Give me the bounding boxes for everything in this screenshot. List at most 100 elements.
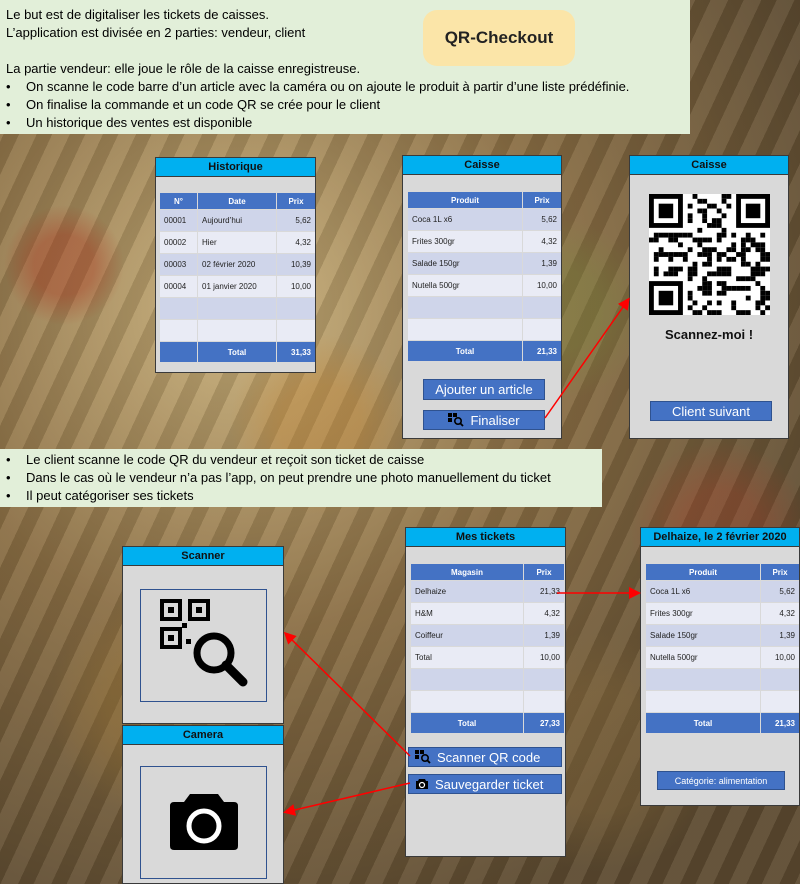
total-row: Total 31,33 <box>160 342 315 362</box>
cell-product: Coca 1L x6 <box>646 581 760 602</box>
scanner-title: Scanner <box>123 547 283 566</box>
empty-row <box>160 298 315 319</box>
column-header: Produit <box>408 192 522 208</box>
cell-price: 21,33 <box>524 581 564 602</box>
column-header: Magasin <box>411 564 523 580</box>
camera-screen: Camera <box>122 725 284 884</box>
table-row[interactable]: 00001 Aujourd’hui 5,62 <box>160 210 315 231</box>
column-header: Prix <box>277 193 315 209</box>
table-row[interactable]: Nutella 500gr 10,00 <box>646 647 799 668</box>
cell-price: 1,39 <box>524 625 564 646</box>
scanner-screen: Scanner <box>122 546 284 724</box>
table-row[interactable]: Delhaize 21,33 <box>411 581 564 602</box>
cell-price: 10,00 <box>761 647 799 668</box>
table-row[interactable]: Coca 1L x6 5,62 <box>408 209 561 230</box>
caisse-table: Produit Prix Coca 1L x6 5,62 Frites 300gr… <box>407 191 562 362</box>
table-row[interactable]: Nutella 500gr 10,00 <box>408 275 561 296</box>
vendor-bullets: On scanne le code barre d’un article ave… <box>6 78 684 132</box>
finalize-button[interactable]: Finaliser <box>423 410 545 430</box>
total-value: 31,33 <box>277 342 315 362</box>
cell-price: 4,32 <box>524 603 564 624</box>
camera-viewport[interactable] <box>140 766 267 879</box>
cell-store: Delhaize <box>411 581 523 602</box>
client-bullets: Le client scanne le code QR du vendeur e… <box>6 451 596 505</box>
total-row: Total 21,33 <box>408 341 561 361</box>
table-row[interactable]: 00002 Hier 4,32 <box>160 232 315 253</box>
table-row[interactable]: Frites 300gr 4,32 <box>646 603 799 624</box>
total-value: 21,33 <box>761 713 799 733</box>
table-row[interactable]: Salade 150gr 1,39 <box>408 253 561 274</box>
finalize-label: Finaliser <box>470 412 520 428</box>
cell-product: Coca 1L x6 <box>408 209 522 230</box>
cell-price: 5,62 <box>523 209 561 230</box>
add-article-button[interactable]: Ajouter un article <box>423 379 545 400</box>
caisse-qr-screen: Caisse Scannez-moi ! Client suivant <box>629 155 789 439</box>
cell-product: Salade 150gr <box>408 253 522 274</box>
total-row: Total 27,33 <box>411 713 564 733</box>
column-header: N° <box>160 193 197 209</box>
save-ticket-label: Sauvegarder ticket <box>435 776 544 792</box>
cell-price: 1,39 <box>523 253 561 274</box>
cell-price: 10,00 <box>277 276 315 297</box>
qr-search-icon <box>448 413 465 427</box>
total-label: Total <box>646 713 760 733</box>
cell-price: 10,39 <box>277 254 315 275</box>
cell-product: Nutella 500gr <box>408 275 522 296</box>
cell-product: Frites 300gr <box>646 603 760 624</box>
caisse-title: Caisse <box>403 156 561 175</box>
bullet-item: On scanne le code barre d’un article ave… <box>6 78 684 96</box>
cell-store: H&M <box>411 603 523 624</box>
table-row[interactable]: 00003 02 février 2020 10,39 <box>160 254 315 275</box>
table-row[interactable]: Frites 300gr 4,32 <box>408 231 561 252</box>
cell-product: Nutella 500gr <box>646 647 760 668</box>
scan-me-text: Scannez-moi ! <box>664 327 754 342</box>
cell-product: Frites 300gr <box>408 231 522 252</box>
table-row[interactable]: Coca 1L x6 5,62 <box>646 581 799 602</box>
client-text-box: Le client scanne le code QR du vendeur e… <box>0 449 602 507</box>
historique-title: Historique <box>156 158 315 177</box>
bullet-item: Dans le cas où le vendeur n’a pas l’app,… <box>6 469 596 487</box>
next-client-label: Client suivant <box>671 403 751 419</box>
column-header: Prix <box>524 564 564 580</box>
cell-product: Salade 150gr <box>646 625 760 646</box>
scanner-viewport[interactable] <box>140 589 267 702</box>
table-row[interactable]: Coiffeur 1,39 <box>411 625 564 646</box>
caisse-qr-title: Caisse <box>630 156 788 175</box>
qr-search-icon <box>415 750 431 764</box>
cell-date: Hier <box>198 232 276 253</box>
total-value: 27,33 <box>524 713 564 733</box>
camera-icon <box>415 778 429 790</box>
empty-row <box>646 691 799 712</box>
camera-icon <box>168 788 240 857</box>
intro-line-3: La partie vendeur: elle joue le rôle de … <box>6 61 361 76</box>
cell-date: Aujourd’hui <box>198 210 276 231</box>
total-label: Total <box>408 341 522 361</box>
qr-code <box>649 194 770 315</box>
category-button[interactable]: Catégorie: alimentation <box>657 771 785 790</box>
cell-store: Total <box>411 647 523 668</box>
column-header: Produit <box>646 564 760 580</box>
brand-logo: QR-Checkout <box>423 10 575 66</box>
next-client-button[interactable]: Client suivant <box>650 401 772 421</box>
empty-row <box>408 319 561 340</box>
cell-number: 00001 <box>160 210 197 231</box>
ticket-detail-screen: Delhaize, le 2 février 2020 Produit Prix… <box>640 527 800 806</box>
save-ticket-button[interactable]: Sauvegarder ticket <box>408 774 562 794</box>
cell-price: 5,62 <box>277 210 315 231</box>
table-row[interactable]: 00004 01 janvier 2020 10,00 <box>160 276 315 297</box>
intro-text-box: Le but est de digitaliser les tickets de… <box>0 0 690 134</box>
intro-line-1: Le but est de digitaliser les tickets de… <box>6 7 270 22</box>
historique-table: N° Date Prix 00001 Aujourd’hui 5,62 00002 H… <box>159 192 316 363</box>
scan-qr-button[interactable]: Scanner QR code <box>408 747 562 767</box>
cell-number: 00003 <box>160 254 197 275</box>
empty-row <box>411 691 564 712</box>
qr-search-icon <box>159 599 248 692</box>
table-row[interactable]: Salade 150gr 1,39 <box>646 625 799 646</box>
empty-row <box>646 669 799 690</box>
arrow-save-to-camera <box>283 782 411 816</box>
table-row[interactable]: H&M 4,32 <box>411 603 564 624</box>
table-row[interactable]: Total 10,00 <box>411 647 564 668</box>
empty-row <box>408 297 561 318</box>
cell-date: 02 février 2020 <box>198 254 276 275</box>
intro-line-2: L’application est divisée en 2 parties: … <box>6 25 306 40</box>
